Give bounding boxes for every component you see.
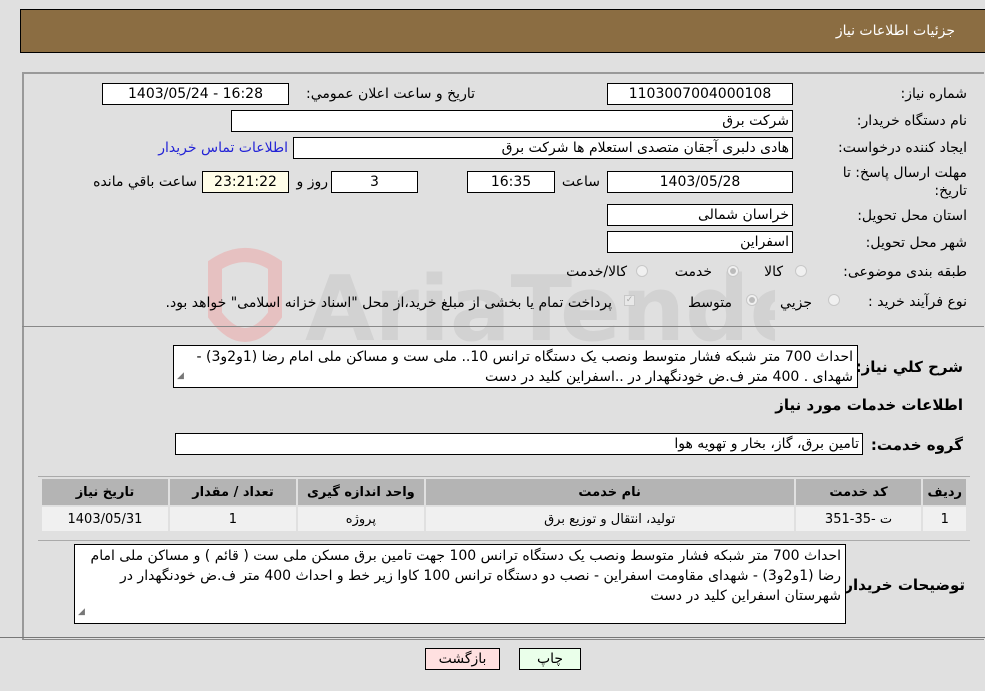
deadline-date-field: 1403/05/28	[607, 171, 793, 193]
deadline-label: مهلت ارسال پاسخ: تا تاريخ:	[832, 164, 967, 200]
services-table-header: رديف کد خدمت نام خدمت واحد اندازه گيری ت…	[42, 479, 966, 505]
need-number-field: 1103007004000108	[607, 83, 793, 105]
services-section-title: اطلاعات خدمات مورد نياز	[775, 396, 963, 414]
section-divider	[22, 326, 984, 327]
resize-grip-icon[interactable]: ◢	[177, 366, 184, 386]
cell-row: 1	[923, 507, 966, 531]
back-button[interactable]: بازگشت	[425, 648, 500, 670]
col-name-header: نام خدمت	[425, 479, 794, 505]
buyer-contact-link[interactable]: اطلاعات تماس خريدار	[158, 140, 288, 156]
col-code-header: کد خدمت	[795, 479, 922, 505]
deadline-days-label: روز و	[296, 174, 329, 190]
service-group-label: گروه خدمت:	[870, 436, 963, 454]
category-option-goods: کالا	[764, 264, 783, 280]
remaining-time-field: 23:21:22	[202, 171, 289, 193]
cell-qty: 1	[169, 507, 296, 531]
page-header: جزئیات اطلاعات نیاز	[20, 9, 985, 53]
cell-unit: پروژه	[297, 507, 424, 531]
process-option-medium: متوسط	[688, 295, 732, 311]
requester-field: هادی دلبری آجقان متصدی استعلام ها شرکت ب…	[293, 137, 793, 159]
buyer-notes-label: توضيحات خريدار:	[838, 576, 965, 594]
buyer-notes-field[interactable]: احداث 700 متر شبکه فشار متوسط ونصب یک دس…	[74, 544, 846, 624]
table-row: 1 ت -35-351 توليد، انتقال و توزيع برق پر…	[42, 507, 966, 531]
category-radio-goods-service[interactable]	[636, 265, 648, 277]
general-description-field[interactable]: احداث 700 متر شبکه فشار متوسط ونصب یک دس…	[173, 345, 858, 388]
print-button[interactable]: چاپ	[519, 648, 581, 670]
deadline-time-field: 16:35	[467, 171, 555, 193]
province-label: استان محل تحويل:	[857, 208, 967, 224]
city-field: اسفراين	[607, 231, 793, 253]
category-radio-service[interactable]	[727, 265, 739, 277]
col-unit-header: واحد اندازه گيری	[297, 479, 424, 505]
services-table: رديف کد خدمت نام خدمت واحد اندازه گيری ت…	[40, 477, 968, 533]
col-row-header: رديف	[923, 479, 966, 505]
process-type-label: نوع فرآيند خريد :	[868, 294, 967, 310]
requester-label: ايجاد کننده درخواست:	[838, 140, 967, 156]
general-description-label: شرح کلي نياز:	[855, 358, 963, 376]
cell-date: 1403/05/31	[42, 507, 168, 531]
category-option-service: خدمت	[674, 264, 712, 280]
announce-datetime-label: تاریخ و ساعت اعلان عمومي:	[306, 86, 475, 102]
deadline-label-text: مهلت ارسال پاسخ: تا تاريخ:	[842, 165, 967, 199]
buyer-org-field: شرکت برق	[231, 110, 793, 132]
need-number-label: شماره نیاز:	[900, 86, 968, 102]
col-date-header: تاريخ نياز	[42, 479, 168, 505]
treasury-note: پرداخت تمام يا بخشی از مبلغ خريد،از محل …	[165, 295, 612, 311]
city-label: شهر محل تحويل:	[865, 235, 967, 251]
buyer-org-label: نام دستگاه خريدار:	[856, 113, 967, 129]
general-description-text: احداث 700 متر شبکه فشار متوسط ونصب یک دس…	[196, 349, 854, 385]
service-group-field: تامين برق، گاز، بخار و تهويه هوا	[175, 433, 863, 455]
cell-code: ت -35-351	[795, 507, 922, 531]
resize-grip-icon[interactable]: ◢	[78, 602, 85, 622]
footer-divider	[0, 637, 985, 638]
treasury-checkbox[interactable]: ✓	[624, 295, 635, 306]
category-radio-goods[interactable]	[795, 265, 807, 277]
buyer-notes-text: احداث 700 متر شبکه فشار متوسط ونصب یک دس…	[90, 548, 841, 604]
deadline-time-label: ساعت	[561, 174, 600, 190]
process-radio-minor[interactable]	[828, 294, 840, 306]
deadline-days-field: 3	[331, 171, 418, 193]
remaining-time-label: ساعت باقي مانده	[93, 174, 197, 190]
category-label: طبقه بندی موضوعی:	[843, 264, 967, 280]
announce-datetime-field: 1403/05/24 - 16:28	[102, 83, 289, 105]
page-title: جزئیات اطلاعات نیاز	[835, 23, 955, 39]
col-qty-header: تعداد / مقدار	[169, 479, 296, 505]
process-radio-medium[interactable]	[746, 294, 758, 306]
category-option-goods-service: کالا/خدمت	[566, 264, 627, 280]
cell-name: توليد، انتقال و توزيع برق	[425, 507, 794, 531]
process-option-minor: جزيي	[780, 295, 812, 311]
province-field: خراسان شمالی	[607, 204, 793, 226]
